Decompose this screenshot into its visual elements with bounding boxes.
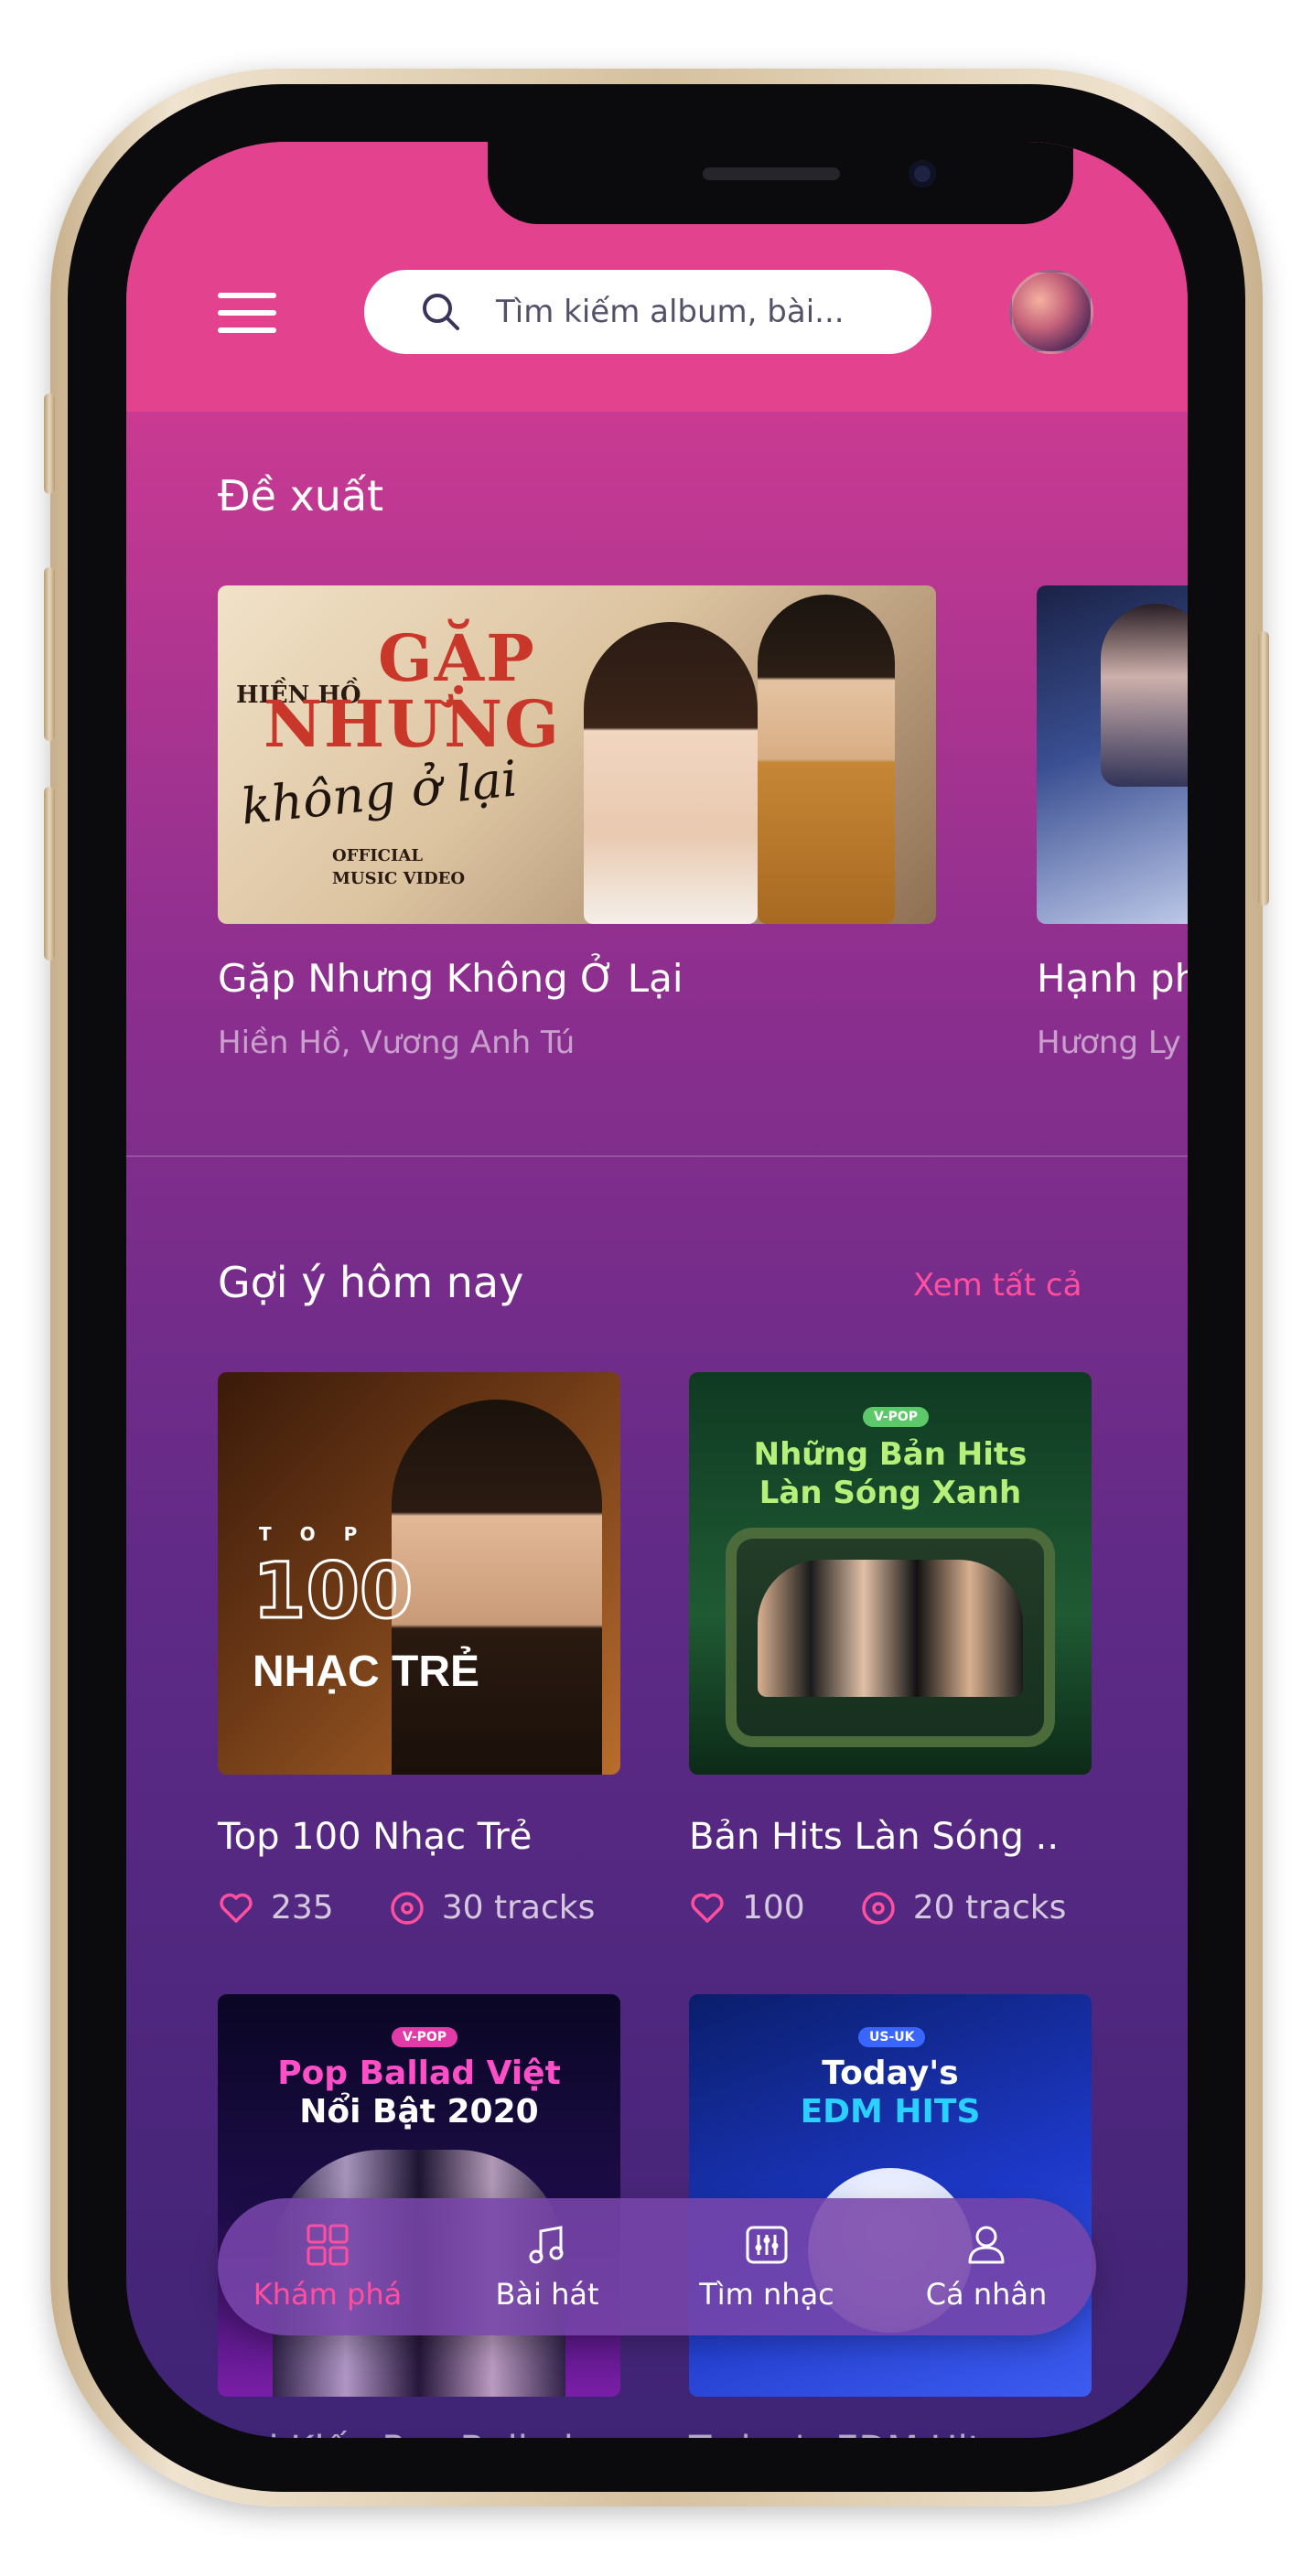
nav-label: Cá nhân bbox=[925, 2277, 1048, 2312]
nav-item-profile[interactable]: Cá nhân bbox=[886, 2222, 1087, 2312]
user-icon bbox=[968, 2226, 1005, 2264]
today-section-title: Gợi ý hôm nay bbox=[218, 1258, 524, 1307]
cover-tag: V-POP bbox=[392, 2027, 458, 2047]
cover-tag: V-POP bbox=[863, 1407, 930, 1427]
album-title[interactable]: Gợi Kiếp Pop Ballad bbox=[218, 2429, 574, 2438]
featured-title[interactable]: Gặp Nhưng Không Ở Lại bbox=[218, 956, 683, 1001]
speaker-grille bbox=[703, 167, 840, 180]
album-meta: 235 30 tracks bbox=[218, 1889, 595, 1927]
volume-up-button bbox=[44, 567, 55, 741]
disc-icon bbox=[861, 1891, 895, 1925]
hamburger-menu-icon[interactable] bbox=[218, 293, 276, 333]
heart-icon[interactable] bbox=[218, 1890, 254, 1927]
cover-line2: EDM HITS bbox=[800, 2093, 981, 2131]
poster-script: không ở lại bbox=[238, 749, 521, 836]
album-cover[interactable]: T O P 100 NHẠC TRẺ bbox=[218, 1372, 620, 1775]
volume-down-button bbox=[44, 787, 55, 961]
track-count: 20 tracks bbox=[912, 1889, 1067, 1927]
album-title[interactable]: Top 100 Nhạc Trẻ bbox=[218, 1816, 532, 1858]
cover-line1: Pop Ballad Việt bbox=[277, 2055, 561, 2092]
nav-label: Khám phá bbox=[253, 2277, 403, 2312]
poster-title-line2: NHƯNG bbox=[264, 686, 561, 762]
album-cover[interactable]: V-POP Pop Ballad Việt Nổi Bật 2020 bbox=[218, 1994, 620, 2397]
poster-footer-1: OFFICIAL bbox=[332, 846, 424, 865]
album-cover[interactable]: V-POP Những Bản Hits Làn Sóng Xanh bbox=[689, 1372, 1092, 1775]
featured-card[interactable] bbox=[1037, 585, 1188, 924]
cover-number: 100 bbox=[251, 1545, 414, 1637]
bottom-navigation: Khám phá Bài hát Tìm nhạc Cá nhân bbox=[218, 2198, 1096, 2335]
section-divider bbox=[126, 1155, 1188, 1157]
power-button bbox=[1258, 631, 1269, 906]
cover-line1: Những Bản Hits bbox=[753, 1436, 1028, 1473]
app-screen: Tìm kiếm album, bài... Đề xuất HIỀN HỒ G… bbox=[126, 142, 1188, 2438]
poster-figure-man bbox=[758, 595, 895, 924]
cover-line1: Today's bbox=[822, 2055, 959, 2092]
disc-icon bbox=[390, 1891, 424, 1925]
see-all-link[interactable]: Xem tất cả bbox=[913, 1267, 1082, 1304]
notch bbox=[488, 142, 1073, 224]
featured-artists: Hương Ly bbox=[1037, 1025, 1181, 1061]
featured-section-title: Đề xuất bbox=[218, 471, 384, 521]
heart-icon[interactable] bbox=[689, 1890, 726, 1927]
cover-line2: Làn Sóng Xanh bbox=[759, 1475, 1022, 1511]
album-title[interactable]: Bản Hits Làn Sóng .. bbox=[689, 1816, 1059, 1858]
track-count: 30 tracks bbox=[441, 1889, 596, 1927]
cover-top-label: T O P bbox=[259, 1523, 369, 1545]
album-cover[interactable]: US-UK Today's EDM HITS bbox=[689, 1994, 1092, 2397]
front-camera bbox=[909, 160, 936, 188]
search-icon bbox=[423, 294, 459, 330]
cover-label: NHẠC TRẺ bbox=[253, 1648, 479, 1696]
cover-portrait bbox=[392, 1400, 602, 1775]
grid-icon bbox=[307, 2224, 349, 2266]
nav-item-songs[interactable]: Bài hát bbox=[447, 2222, 648, 2312]
nav-item-discover[interactable]: Khám phá bbox=[227, 2222, 428, 2312]
featured-title[interactable]: Hạnh ph bbox=[1037, 956, 1188, 1001]
search-input[interactable]: Tìm kiếm album, bài... bbox=[364, 270, 931, 354]
avatar[interactable] bbox=[1009, 270, 1093, 354]
poster-footer-2: MUSIC VIDEO bbox=[332, 869, 466, 888]
search-placeholder: Tìm kiếm album, bài... bbox=[496, 294, 845, 330]
poster-figure bbox=[1101, 604, 1188, 787]
like-count: 235 bbox=[271, 1889, 334, 1927]
equalizer-icon bbox=[746, 2226, 788, 2264]
poster-title-line1: GẶP bbox=[378, 620, 536, 696]
featured-artists: Hiền Hồ, Vương Anh Tú bbox=[218, 1025, 576, 1061]
album-meta: 100 20 tracks bbox=[689, 1889, 1066, 1927]
silent-switch bbox=[44, 393, 55, 494]
cover-tag: US-UK bbox=[858, 2027, 926, 2047]
music-note-icon bbox=[529, 2226, 564, 2264]
album-title[interactable]: Today's EDM Hits bbox=[689, 2429, 1001, 2438]
featured-card[interactable]: HIỀN HỒ GẶP NHƯNG không ở lại OFFICIAL M… bbox=[218, 585, 936, 924]
nav-label: Tìm nhạc bbox=[699, 2277, 834, 2312]
poster-figure-woman bbox=[584, 622, 758, 924]
cover-line2: Nổi Bật 2020 bbox=[299, 2093, 539, 2131]
like-count: 100 bbox=[742, 1889, 805, 1927]
cover-singers bbox=[758, 1560, 1023, 1697]
nav-label: Bài hát bbox=[495, 2277, 599, 2312]
nav-item-find-music[interactable]: Tìm nhạc bbox=[666, 2222, 867, 2312]
